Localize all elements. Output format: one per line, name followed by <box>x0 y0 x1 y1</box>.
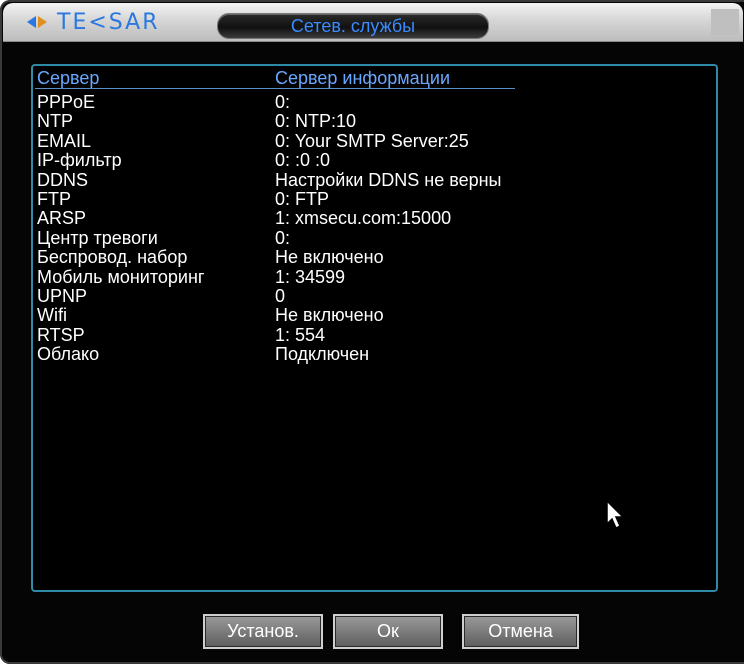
table-cell-server: DDNS <box>37 169 89 190</box>
table-cell-info: Настройки DDNS не верны <box>275 169 502 190</box>
table-cell-info: 0: <box>275 92 291 112</box>
column-header-server: Сервер <box>37 68 100 88</box>
table-cell-server: EMAIL <box>37 130 92 151</box>
network-services-window: TE<SAR Сетев. службы Сервер Сервер инфор… <box>0 0 755 664</box>
table-cell-info: Не включено <box>275 247 384 268</box>
table-cell-server: Беспровод. набор <box>37 247 188 268</box>
table-cell-server: Wifi <box>37 305 67 326</box>
arrow-right-icon <box>38 16 47 28</box>
table-cell-info: 0: FTP <box>275 189 330 209</box>
table-cell-server: UPNP <box>37 286 88 306</box>
title-pill: Сетев. службы <box>217 13 489 39</box>
ok-button[interactable]: Ок <box>333 614 443 649</box>
button-bar: Установ. Ок Отмена <box>0 608 755 649</box>
window-title: Сетев. службы <box>290 16 416 36</box>
table-cell-info: Подключен <box>275 344 370 365</box>
table-cell-info: 1: xmsecu.com:15000 <box>275 208 452 229</box>
table-cell-info: Не включено <box>275 305 384 326</box>
close-button[interactable] <box>711 9 739 35</box>
table-cell-server: IP-фильтр <box>37 150 122 171</box>
table-cell-info: 1: 34599 <box>275 266 346 287</box>
table-cell-server: FTP <box>37 189 71 209</box>
window-right-edge <box>744 0 755 664</box>
table-cell-info: 0: Your SMTP Server:25 <box>275 130 469 151</box>
table-cell-server: ARSP <box>37 208 87 229</box>
table-cell-server: PPPoE <box>37 92 96 112</box>
table-cell-info: 0: <box>275 227 291 248</box>
table-cell-info: 0: :0 :0 <box>275 150 331 171</box>
tesar-logo-icon: TE<SAR <box>27 9 160 35</box>
table-cell-info: 0 <box>275 286 286 306</box>
cancel-button[interactable]: Отмена <box>462 614 579 649</box>
column-header-info: Сервер информации <box>275 68 451 88</box>
table-cell-server: Облако <box>37 344 100 365</box>
mouse-pointer-icon <box>606 500 625 530</box>
arrow-left-icon <box>27 16 36 28</box>
set-button[interactable]: Установ. <box>203 614 323 649</box>
table-cell-info: 0: NTP:10 <box>275 111 357 132</box>
table-cell-server: RTSP <box>37 324 85 345</box>
table-cell-server: Центр тревоги <box>37 227 158 248</box>
logo-arrows-icon <box>27 16 47 28</box>
header-underline <box>35 88 515 89</box>
table-cell-info: 1: 554 <box>275 324 326 345</box>
table-cell-server: NTP <box>37 111 73 132</box>
logo-text: TE<SAR <box>57 9 160 35</box>
title-bar: TE<SAR Сетев. службы <box>3 3 743 42</box>
table-cell-server: Мобиль мониторинг <box>37 266 205 287</box>
